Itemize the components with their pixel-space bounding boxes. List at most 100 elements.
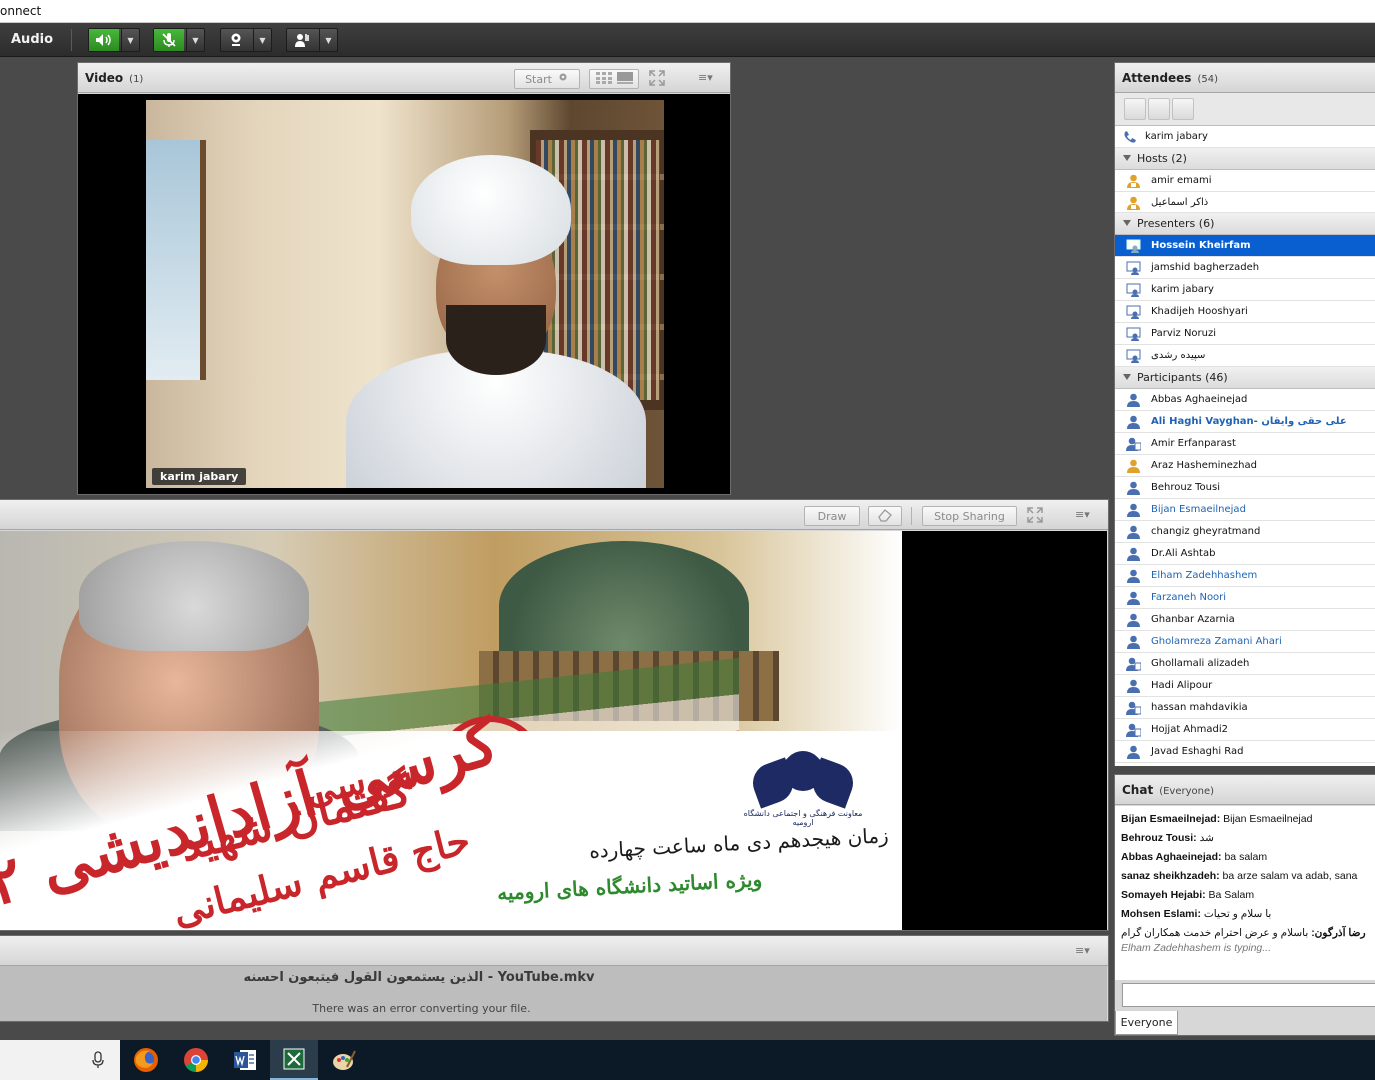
participant-row[interactable]: Abbas Aghaeinejad bbox=[1115, 389, 1375, 411]
attendee-name: Dr.Ali Ashtab bbox=[1151, 548, 1216, 559]
presenters-group-header[interactable]: Presenters (6) bbox=[1115, 213, 1375, 235]
layout-toggle[interactable] bbox=[589, 69, 639, 89]
presenter-row[interactable]: سپیده رشدی bbox=[1115, 345, 1375, 367]
video-pod-title: Video (1) bbox=[85, 71, 144, 85]
participant-row[interactable]: Dr.Ali Ashtab bbox=[1115, 543, 1375, 565]
chevron-down-icon[interactable]: ▼ bbox=[121, 29, 139, 51]
webcam-button[interactable]: ▼ bbox=[220, 28, 272, 52]
paint-icon[interactable] bbox=[320, 1040, 368, 1080]
participant-row[interactable]: Javad Eshaghi Rad bbox=[1115, 741, 1375, 763]
attendee-name: Bijan Esmaeilnejad bbox=[1151, 504, 1246, 515]
presenter-row[interactable]: Khadijeh Hooshyari bbox=[1115, 301, 1375, 323]
chat-input[interactable] bbox=[1122, 983, 1375, 1007]
participant-row[interactable]: Araz Hasheminezhad bbox=[1115, 455, 1375, 477]
video-stage: karim jabary bbox=[78, 94, 730, 494]
word-icon[interactable] bbox=[221, 1040, 269, 1080]
menu-bar: Audio ▼ ▼ ▼ ▼ bbox=[0, 23, 1375, 57]
participant-row[interactable]: Elham Zadehhashem bbox=[1115, 565, 1375, 587]
host-icon bbox=[1126, 196, 1141, 210]
participant-icon bbox=[1126, 503, 1141, 517]
pod-options-menu-icon[interactable]: ≡▾ bbox=[698, 71, 720, 85]
participant-phone-icon bbox=[1126, 723, 1142, 737]
breakout-icon[interactable] bbox=[1148, 98, 1170, 120]
presenter-icon bbox=[1126, 261, 1141, 275]
participant-icon bbox=[1126, 613, 1141, 627]
participant-row[interactable]: Bijan Esmaeilnejad bbox=[1115, 499, 1375, 521]
collapse-triangle-icon bbox=[1123, 155, 1131, 161]
attendee-name: hassan mahdavikia bbox=[1151, 702, 1248, 713]
chat-message: sanaz sheikhzadeh: ba arze salam va adab… bbox=[1121, 870, 1358, 882]
university-logo bbox=[741, 742, 865, 815]
current-user-row[interactable]: karim jabary bbox=[1115, 126, 1375, 148]
video-pod-count: (1) bbox=[129, 74, 144, 85]
attendee-name: Gholamreza Zamani Ahari bbox=[1151, 636, 1282, 647]
presenter-icon bbox=[1126, 239, 1141, 253]
chat-scope: (Everyone) bbox=[1159, 786, 1215, 797]
annotation-tool-button[interactable] bbox=[868, 506, 902, 526]
participant-row[interactable]: Hadi Alipour bbox=[1115, 675, 1375, 697]
menu-separator bbox=[71, 29, 72, 51]
room-window bbox=[146, 140, 206, 380]
participant-row[interactable]: Ali Haghi Vayghan- علی حقی وایقان bbox=[1115, 411, 1375, 433]
chat-title: Chat (Everyone) bbox=[1122, 783, 1215, 797]
files-pod-header: ≡▾ bbox=[0, 936, 1108, 966]
attendee-name: Khadijeh Hooshyari bbox=[1151, 306, 1248, 317]
participants-group-header[interactable]: Participants (46) bbox=[1115, 367, 1375, 389]
presenter-row[interactable]: jamshid bagherzadeh bbox=[1115, 257, 1375, 279]
chevron-down-icon[interactable]: ▼ bbox=[319, 29, 337, 51]
share-pod-header: Draw Stop Sharing ≡▾ bbox=[0, 500, 1108, 530]
single-view-icon bbox=[616, 71, 633, 87]
fullscreen-icon[interactable] bbox=[1027, 507, 1043, 526]
participant-row[interactable]: Ghollamali alizadeh bbox=[1115, 653, 1375, 675]
participant-row[interactable]: Gholamreza Zamani Ahari bbox=[1115, 631, 1375, 653]
attendees-toolbar bbox=[1115, 93, 1375, 126]
file-name[interactable]: الذین یستمعون القول فیتبعون احسنه - YouT… bbox=[0, 970, 839, 985]
presenter-row-selected[interactable]: Hossein Kheirfam bbox=[1115, 235, 1375, 257]
participant-row[interactable]: changiz gheyratmand bbox=[1115, 521, 1375, 543]
start-webcam-button[interactable]: Start bbox=[514, 69, 580, 89]
microphone-icon[interactable] bbox=[92, 1051, 104, 1072]
attendee-name: Ali Haghi Vayghan- علی حقی وایقان bbox=[1151, 416, 1347, 427]
host-row[interactable]: ذاکر اسماعیل bbox=[1115, 192, 1375, 213]
start-label: Start bbox=[525, 72, 552, 86]
participant-row[interactable]: Behrouz Tousi bbox=[1115, 477, 1375, 499]
attendee-name: ذاکر اسماعیل bbox=[1151, 196, 1209, 208]
chat-message: Mohsen Eslami: با سلام و تحیات bbox=[1121, 908, 1272, 920]
share-pod: Draw Stop Sharing ≡▾ معاونت فرهنگی و اجت… bbox=[0, 499, 1109, 931]
attendee-name: Elham Zadehhashem bbox=[1151, 570, 1258, 581]
connect-app-icon[interactable] bbox=[270, 1040, 318, 1080]
chevron-down-icon[interactable]: ▼ bbox=[186, 29, 204, 51]
attendees-count: (54) bbox=[1197, 74, 1218, 85]
list-view-icon[interactable] bbox=[1124, 98, 1146, 120]
chrome-icon[interactable] bbox=[172, 1040, 220, 1080]
chevron-down-icon[interactable]: ▼ bbox=[253, 29, 271, 51]
participant-row[interactable]: hassan mahdavikia bbox=[1115, 697, 1375, 719]
speaker-button[interactable]: ▼ bbox=[88, 28, 140, 52]
presenter-row[interactable]: karim jabary bbox=[1115, 279, 1375, 301]
hosts-group-header[interactable]: Hosts (2) bbox=[1115, 148, 1375, 170]
portrait-hair bbox=[79, 541, 309, 651]
draw-button[interactable]: Draw bbox=[804, 506, 860, 526]
presenter-row[interactable]: Parviz Noruzi bbox=[1115, 323, 1375, 345]
status-view-icon[interactable] bbox=[1172, 98, 1194, 120]
attendee-name: amir emami bbox=[1151, 175, 1212, 186]
participant-row[interactable]: Hojjat Ahmadi2 bbox=[1115, 719, 1375, 741]
participant-row[interactable]: Ghanbar Azarnia bbox=[1115, 609, 1375, 631]
participant-row[interactable]: Farzaneh Noori bbox=[1115, 587, 1375, 609]
pod-options-menu-icon[interactable]: ≡▾ bbox=[1075, 944, 1097, 958]
audio-menu[interactable]: Audio bbox=[11, 32, 53, 47]
university-logo-text: معاونت فرهنگی و اجتماعی دانشگاه ارومیه bbox=[743, 809, 863, 827]
stop-sharing-button[interactable]: Stop Sharing bbox=[922, 506, 1017, 526]
microphone-button[interactable]: ▼ bbox=[153, 28, 205, 52]
chat-recipient-tab[interactable]: Everyone bbox=[1115, 1011, 1178, 1035]
raise-hand-button[interactable]: ▼ bbox=[286, 28, 338, 52]
attendee-name: Farzaneh Noori bbox=[1151, 592, 1227, 603]
webcam-icon bbox=[221, 29, 251, 51]
group-label: Presenters (6) bbox=[1137, 217, 1215, 230]
fullscreen-icon[interactable] bbox=[649, 70, 665, 89]
pod-options-menu-icon[interactable]: ≡▾ bbox=[1075, 508, 1097, 522]
firefox-icon[interactable] bbox=[122, 1040, 170, 1080]
chat-pod: Chat (Everyone) Bijan Esmaeilnejad: Bijan… bbox=[1114, 774, 1375, 1036]
participant-row[interactable]: Amir Erfanparast bbox=[1115, 433, 1375, 455]
host-row[interactable]: amir emami bbox=[1115, 170, 1375, 192]
